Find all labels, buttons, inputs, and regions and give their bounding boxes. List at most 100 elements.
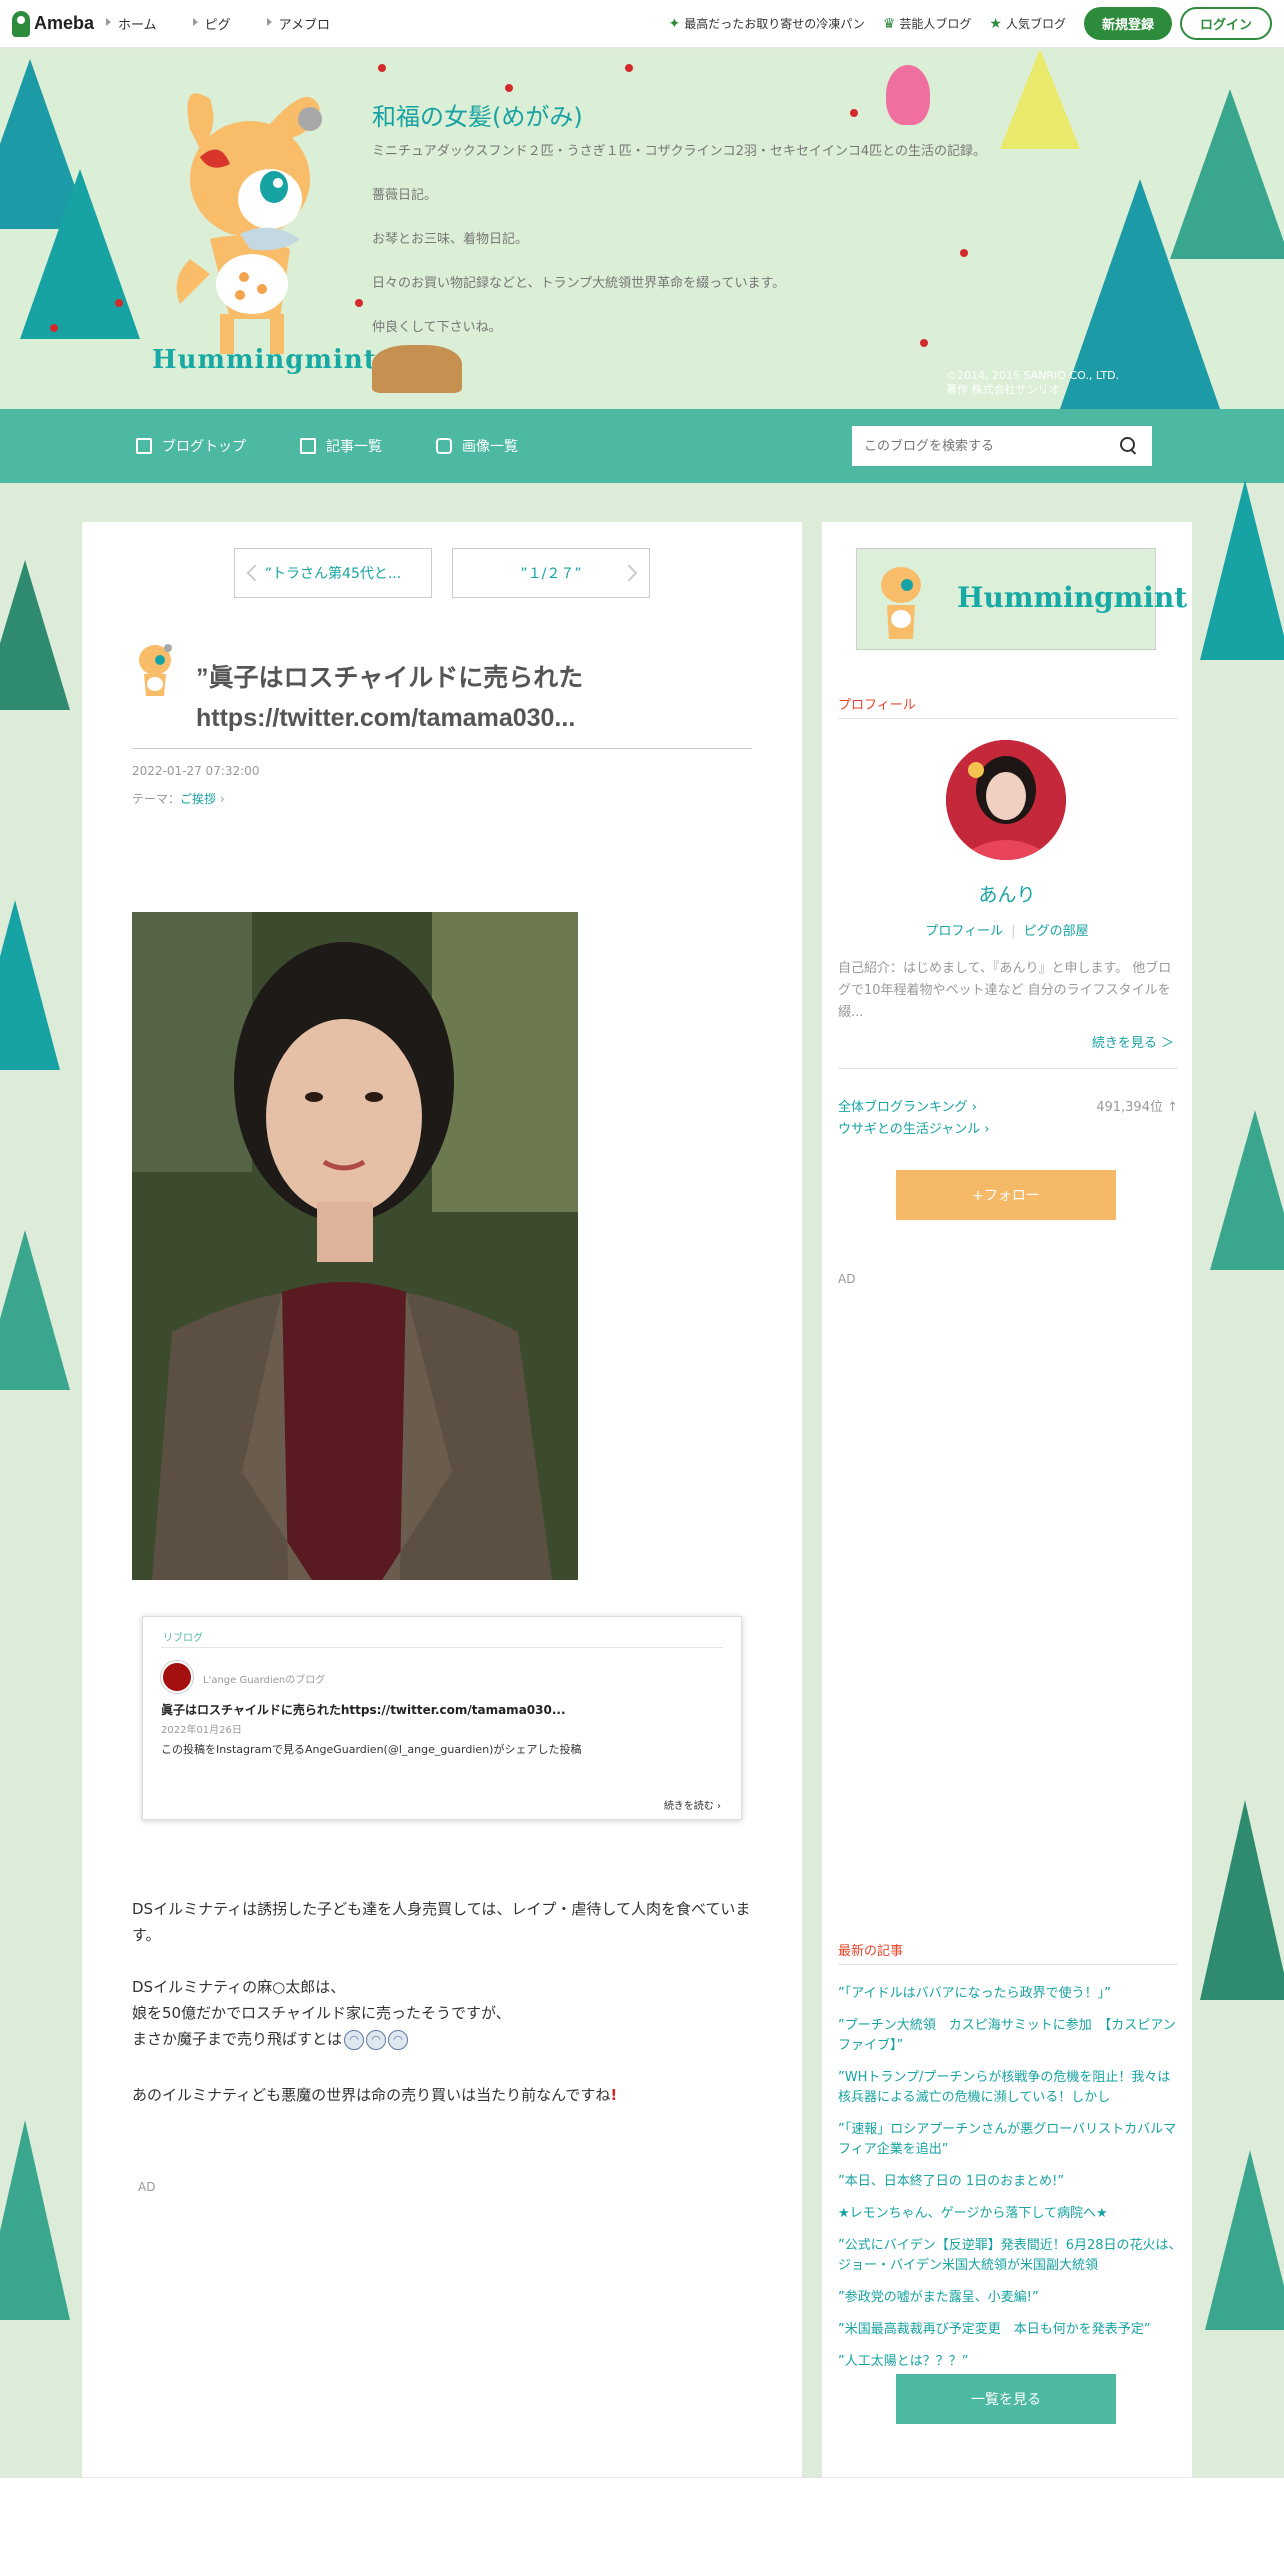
entry-photo[interactable]	[132, 912, 578, 1580]
profile-intro: 自己紹介：はじめまして、『あんり』と申します。 他ブログで10年程着物やペット達…	[838, 961, 1172, 1020]
reblog-avatar	[161, 1661, 193, 1693]
tree-decoration	[0, 560, 70, 710]
nav-home[interactable]: ホーム	[106, 14, 157, 33]
nav-ameblo[interactable]: アメブロ	[266, 14, 330, 33]
search-icon[interactable]	[1120, 437, 1138, 455]
divider	[132, 748, 752, 749]
copyright-line: 著作 株式会社サンリオ	[946, 383, 1060, 396]
berry-decoration	[355, 299, 363, 307]
login-button[interactable]: ログイン	[1179, 7, 1272, 40]
exclamation-icon: !	[610, 2086, 618, 2104]
recent-entries-list: ”「アイドルはババアになったら政界で使う！」” ”プーチン大統領 カスピ海サミッ…	[838, 1984, 1182, 2384]
main-article: ”トラさん第45代と... ”１/２７” ”眞子はロスチャイルドに売られた ht…	[82, 522, 802, 2477]
tree-decoration	[1200, 1800, 1284, 2000]
profile-link[interactable]: プロフィール	[925, 924, 1003, 939]
reblog-card[interactable]: リブログ L'ange Guardienのブログ 眞子はロスチャイルドに売られた…	[142, 1616, 742, 1820]
next-entry-button[interactable]: ”１/２７”	[452, 548, 650, 598]
deer-mascot	[176, 93, 322, 354]
deer-banner-icon	[881, 567, 921, 639]
reblog-source[interactable]: L'ange Guardienのブログ	[203, 1671, 325, 1686]
reblog-date: 2022年01月26日	[161, 1725, 242, 1736]
nav-image-list[interactable]: 画像一覧	[436, 436, 518, 456]
genre-link[interactable]: ウサギとの生活ジャンル ›	[838, 1118, 990, 1137]
recent-entry-link[interactable]: ”公式にバイデン【反逆罪】発表間近！6月28日の花火は、ジョー・バイデン米国大統…	[838, 2236, 1182, 2276]
profile-links: プロフィール | ピグの部屋	[925, 924, 1089, 939]
blog-desc-line: 薔薇日記。	[372, 188, 438, 203]
signup-button[interactable]: 新規登録	[1083, 7, 1172, 40]
sidebar-banner-text: Hummingmint	[957, 581, 1188, 614]
pig-room-link[interactable]: ピグの部屋	[1024, 924, 1089, 939]
nav-pig[interactable]: ピグ	[192, 14, 231, 33]
crying-face-icon: ◠	[344, 2029, 365, 2050]
link-bread-label: 最高だったお取り寄せの冷凍パン	[684, 17, 865, 31]
entry-date: 2022-01-27 07:32:00	[132, 764, 260, 778]
reblog-title[interactable]: 眞子はロスチャイルドに売られたhttps://twitter.com/tamam…	[161, 1701, 566, 1718]
ranking-row: 全体ブログランキング › 491,394位 ↑	[838, 1096, 1178, 1115]
blog-desc-line: 仲良くして下さいね。	[372, 320, 502, 335]
profile-name[interactable]: あんり	[822, 880, 1192, 907]
link-popular-label: 人気ブログ	[1005, 17, 1066, 31]
recent-entry-link[interactable]: ”「速報」ロシアプーチンさんが悪グローバリストカバルマフィア企業を追出”	[838, 2120, 1182, 2160]
divider	[838, 1068, 1178, 1069]
follow-button[interactable]: +フォロー	[896, 1170, 1116, 1220]
recent-entry-link[interactable]: ”参政党の嘘がまた露呈、小麦編!”	[838, 2288, 1182, 2308]
link-popular[interactable]: ★ 人気ブログ	[989, 15, 1066, 32]
divider	[161, 1647, 723, 1648]
tree-decoration	[0, 2120, 70, 2320]
recent-entry-link[interactable]: ”「アイドルはババアになったら政界で使う！」”	[838, 1984, 1182, 2004]
nav-blog-top[interactable]: ブログトップ	[136, 436, 246, 456]
berry-decoration	[625, 64, 633, 72]
blog-search	[852, 426, 1152, 466]
link-celebrity[interactable]: ♛ 芸能人ブログ	[883, 15, 972, 32]
ad-label: AD	[138, 2180, 156, 2194]
recent-entry-link[interactable]: ”米国最高裁裁再び予定変更 本日も何かを発表予定”	[838, 2320, 1182, 2340]
blog-desc-line: ミニチュアダックスフンド２匹・うさぎ１匹・コザクラインコ2羽・セキセイインコ4匹…	[372, 144, 987, 159]
recent-entry-link[interactable]: ”人工太陽とは？？？”	[838, 2352, 1182, 2372]
link-celebrity-label: 芸能人ブログ	[899, 17, 972, 31]
theme-label: テーマ：	[132, 792, 181, 806]
link-bread[interactable]: ✦ 最高だったお取り寄せの冷凍パン	[668, 15, 864, 32]
ranking-label: 全体ブログランキング	[838, 1100, 968, 1115]
theme-link[interactable]: ご挨拶	[180, 792, 216, 806]
divider	[838, 1964, 1178, 1965]
prev-entry-button[interactable]: ”トラさん第45代と...	[234, 548, 432, 598]
ranking-link[interactable]: 全体ブログランキング ›	[838, 1096, 977, 1115]
profile-avatar[interactable]	[946, 740, 1066, 860]
recent-entry-link[interactable]: ”プーチン大統領 カスピ海サミットに参加 【カスピアンファイブ】”	[838, 2016, 1182, 2056]
profile-more-link[interactable]: 続きを見る ＞	[1092, 1032, 1174, 1051]
berry-decoration	[850, 109, 858, 117]
entry-title[interactable]: ”眞子はロスチャイルドに売られた https://twitter.com/tam…	[196, 658, 736, 738]
ad-label: AD	[838, 1272, 856, 1286]
tree-decoration	[1210, 1110, 1284, 1270]
berry-decoration	[115, 299, 123, 307]
sidebar: Hummingmint プロフィール あんり プロフィール | ピグの部屋 自己紹介…	[822, 522, 1192, 2477]
blog-title[interactable]: 和福の女髪(めがみ)	[372, 97, 583, 132]
body-line: DSイルミナティの麻○太郎は、	[132, 1978, 346, 1996]
sidebar-banner: Hummingmint	[856, 548, 1187, 650]
berry-decoration	[378, 64, 386, 72]
blog-header: Hummingmint 和福の女髪(めがみ) ミニチュアダックスフンド２匹・うさ…	[0, 49, 1284, 409]
body-line: 娘を50億だかでロスチャイルド家に売ったそうですが、	[132, 2004, 511, 2022]
nav-entry-list-label: 記事一覧	[326, 439, 382, 455]
search-input[interactable]	[852, 427, 1120, 465]
reblog-label: リブログ	[163, 1633, 203, 1644]
genre-label: ウサギとの生活ジャンル	[838, 1122, 981, 1137]
next-entry-label: ”１/２７”	[520, 566, 582, 582]
tree-decoration	[1200, 480, 1284, 660]
nav-entry-list[interactable]: 記事一覧	[300, 436, 382, 456]
recent-entry-link[interactable]: ★レモンちゃん、ゲージから落下して病院へ★	[838, 2204, 1182, 2224]
recent-entry-link[interactable]: ”WHトランプ/プーチンらが核戦争の危機を阻止！我々は核兵器による滅亡の危機に瀕…	[838, 2068, 1182, 2108]
reblog-read-more[interactable]: 続きを読む ›	[664, 1797, 721, 1812]
global-nav: ホーム ピグ アメブロ	[106, 14, 366, 33]
recent-entry-link[interactable]: ”本日、日本終了日の 1日のおまとめ!”	[838, 2172, 1182, 2192]
reblog-read-more-label: 続きを読む	[663, 1801, 714, 1812]
ranking-value: 491,394位 ↑	[1096, 1100, 1178, 1115]
tree-decoration	[1170, 89, 1284, 259]
berry-decoration	[50, 324, 58, 332]
copyright-line: ©2014, 2015 SANRIO CO., LTD.	[946, 369, 1120, 382]
crying-face-icon: ◠	[366, 2029, 387, 2050]
ameba-logo[interactable]: Ameba	[12, 10, 94, 37]
view-all-button[interactable]: 一覧を見る	[896, 2374, 1116, 2424]
entry-pager: ”トラさん第45代と... ”１/２７”	[234, 548, 670, 598]
chevron-left-icon	[246, 564, 264, 582]
